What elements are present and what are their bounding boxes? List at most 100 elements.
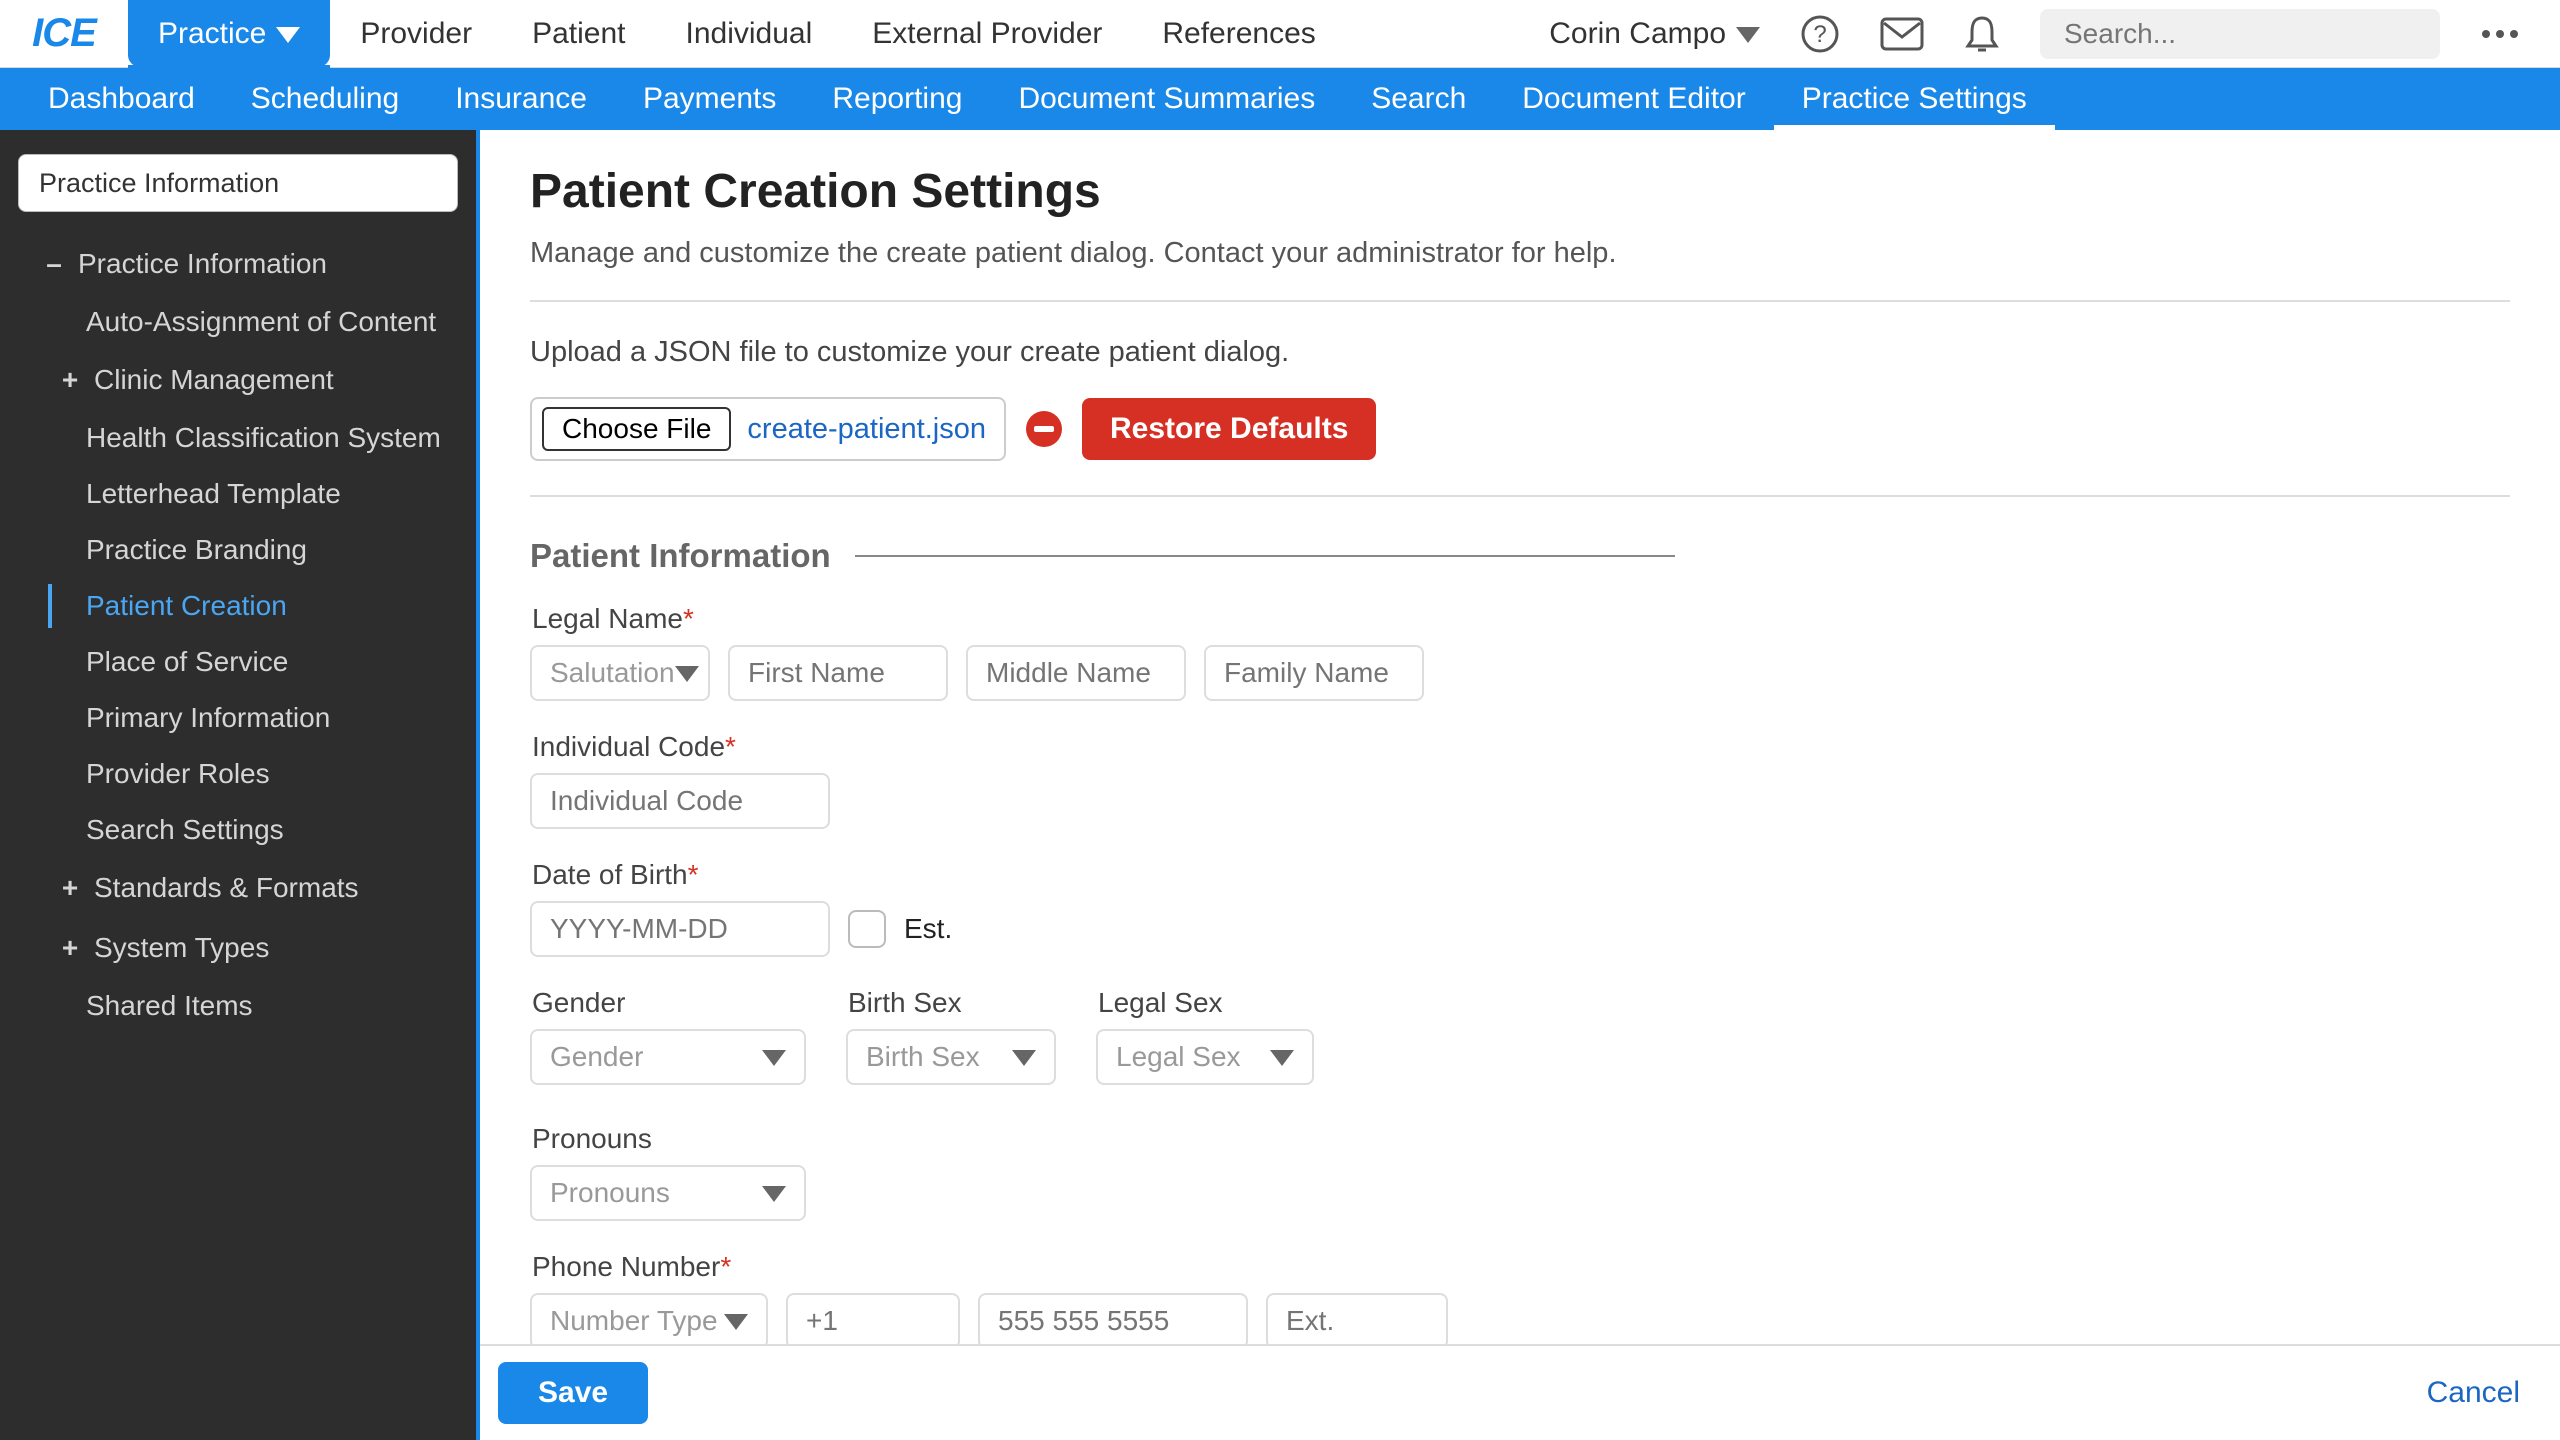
group-rule <box>855 555 1675 557</box>
top-tabs: Practice Provider Patient Individual Ext… <box>128 0 1346 67</box>
sidebar: Practice Information – Practice Informat… <box>0 130 480 1440</box>
subnav-insurance[interactable]: Insurance <box>427 68 615 130</box>
chevron-down-icon <box>1012 1041 1036 1073</box>
mail-icon[interactable] <box>1880 17 1924 51</box>
required-indicator: * <box>683 603 694 634</box>
tree-item-label: Clinic Management <box>94 364 334 396</box>
tree-item-label: Practice Information <box>78 248 327 280</box>
expand-icon[interactable]: + <box>56 872 84 904</box>
sidebar-section-selector[interactable]: Practice Information <box>18 154 458 212</box>
birth-sex-select[interactable]: Birth Sex <box>846 1029 1056 1085</box>
choose-file-button[interactable]: Choose File <box>542 407 731 451</box>
family-name-input[interactable] <box>1204 645 1424 701</box>
middle-name-input[interactable] <box>966 645 1186 701</box>
tab-individual[interactable]: Individual <box>656 0 843 67</box>
app-logo: ICE <box>0 0 128 67</box>
subnav-practice-settings[interactable]: Practice Settings <box>1774 68 2055 130</box>
tree-item-practice-information[interactable]: – Practice Information <box>0 234 476 294</box>
page-title: Patient Creation Settings <box>530 164 2510 219</box>
chevron-down-icon <box>675 657 699 689</box>
top-bar: ICE Practice Provider Patient Individual… <box>0 0 2560 68</box>
label-phone: Phone Number* <box>532 1251 2510 1283</box>
legal-sex-select[interactable]: Legal Sex <box>1096 1029 1314 1085</box>
remove-file-icon[interactable] <box>1026 411 1062 447</box>
dob-est-label: Est. <box>904 913 952 945</box>
subnav-scheduling[interactable]: Scheduling <box>223 68 427 130</box>
number-type-select[interactable]: Number Type <box>530 1293 768 1344</box>
individual-code-input[interactable] <box>530 773 830 829</box>
tab-references[interactable]: References <box>1132 0 1345 67</box>
help-icon[interactable]: ? <box>1800 14 1840 54</box>
chevron-down-icon <box>762 1177 786 1209</box>
tree-child-search-settings[interactable]: Search Settings <box>0 802 476 858</box>
tree-child-provider-roles[interactable]: Provider Roles <box>0 746 476 802</box>
tree-item-label: Standards & Formats <box>94 872 359 904</box>
upload-row: Choose File create-patient.json Restore … <box>530 397 2510 461</box>
label-gender: Gender <box>532 987 806 1019</box>
tab-external-provider[interactable]: External Provider <box>842 0 1132 67</box>
tree-child-shared-items[interactable]: Shared Items <box>0 978 476 1034</box>
tree-child-system-types[interactable]: + System Types <box>0 918 476 978</box>
sub-nav: Dashboard Scheduling Insurance Payments … <box>0 68 2560 130</box>
expand-icon[interactable]: + <box>56 932 84 964</box>
phone-input[interactable] <box>978 1293 1248 1344</box>
dob-est-checkbox[interactable] <box>848 910 886 948</box>
save-button[interactable]: Save <box>498 1362 648 1424</box>
country-code-input[interactable] <box>786 1293 960 1344</box>
chevron-down-icon <box>724 1305 748 1337</box>
footer-bar: Save Cancel <box>480 1344 2560 1440</box>
upload-hint: Upload a JSON file to customize your cre… <box>530 336 2510 369</box>
main: Patient Creation Settings Manage and cus… <box>480 130 2560 1440</box>
more-icon[interactable] <box>2480 28 2520 40</box>
tree-child-standards-formats[interactable]: + Standards & Formats <box>0 858 476 918</box>
top-right: Corin Campo ? <box>1549 0 2560 67</box>
tree-child-place-of-service[interactable]: Place of Service <box>0 634 476 690</box>
dob-input[interactable] <box>530 901 830 957</box>
user-name: Corin Campo <box>1549 17 1726 51</box>
tab-practice-label: Practice <box>158 17 266 51</box>
tree-child-patient-creation[interactable]: Patient Creation <box>0 578 476 634</box>
search-input[interactable] <box>2064 18 2416 50</box>
first-name-input[interactable] <box>728 645 948 701</box>
tree-child-letterhead-template[interactable]: Letterhead Template <box>0 466 476 522</box>
group-title: Patient Information <box>530 537 831 575</box>
user-menu[interactable]: Corin Campo <box>1549 17 1760 51</box>
divider <box>530 495 2510 497</box>
label-legal-sex: Legal Sex <box>1098 987 1314 1019</box>
subnav-document-summaries[interactable]: Document Summaries <box>990 68 1343 130</box>
required-indicator: * <box>725 731 736 762</box>
required-indicator: * <box>720 1251 731 1282</box>
global-search[interactable] <box>2040 9 2440 59</box>
subnav-dashboard[interactable]: Dashboard <box>20 68 223 130</box>
salutation-select[interactable]: Salutation <box>530 645 710 701</box>
label-birth-sex: Birth Sex <box>848 987 1056 1019</box>
tree-child-health-classification[interactable]: Health Classification System <box>0 410 476 466</box>
salutation-placeholder: Salutation <box>550 657 675 689</box>
main-scroll[interactable]: Patient Creation Settings Manage and cus… <box>480 130 2560 1344</box>
tab-practice[interactable]: Practice <box>128 0 330 67</box>
required-indicator: * <box>688 859 699 890</box>
bell-icon[interactable] <box>1964 14 2000 54</box>
tree-child-auto-assignment[interactable]: Auto-Assignment of Content <box>0 294 476 350</box>
pronouns-select[interactable]: Pronouns <box>530 1165 806 1221</box>
chevron-down-icon <box>276 17 300 51</box>
label-pronouns: Pronouns <box>532 1123 2510 1155</box>
sidebar-tree: – Practice Information Auto-Assignment o… <box>0 228 476 1034</box>
expand-icon[interactable]: + <box>56 364 84 396</box>
tree-child-clinic-management[interactable]: + Clinic Management <box>0 350 476 410</box>
svg-text:?: ? <box>1813 21 1826 48</box>
tree-child-primary-information[interactable]: Primary Information <box>0 690 476 746</box>
subnav-payments[interactable]: Payments <box>615 68 804 130</box>
tab-patient[interactable]: Patient <box>502 0 655 67</box>
cancel-link[interactable]: Cancel <box>2427 1376 2520 1410</box>
subnav-search[interactable]: Search <box>1343 68 1494 130</box>
subnav-reporting[interactable]: Reporting <box>804 68 990 130</box>
body-layout: Practice Information – Practice Informat… <box>0 130 2560 1440</box>
tab-provider[interactable]: Provider <box>330 0 502 67</box>
subnav-document-editor[interactable]: Document Editor <box>1494 68 1773 130</box>
gender-select[interactable]: Gender <box>530 1029 806 1085</box>
tree-child-practice-branding[interactable]: Practice Branding <box>0 522 476 578</box>
collapse-icon[interactable]: – <box>40 248 68 280</box>
phone-ext-input[interactable] <box>1266 1293 1448 1344</box>
restore-defaults-button[interactable]: Restore Defaults <box>1082 398 1376 460</box>
